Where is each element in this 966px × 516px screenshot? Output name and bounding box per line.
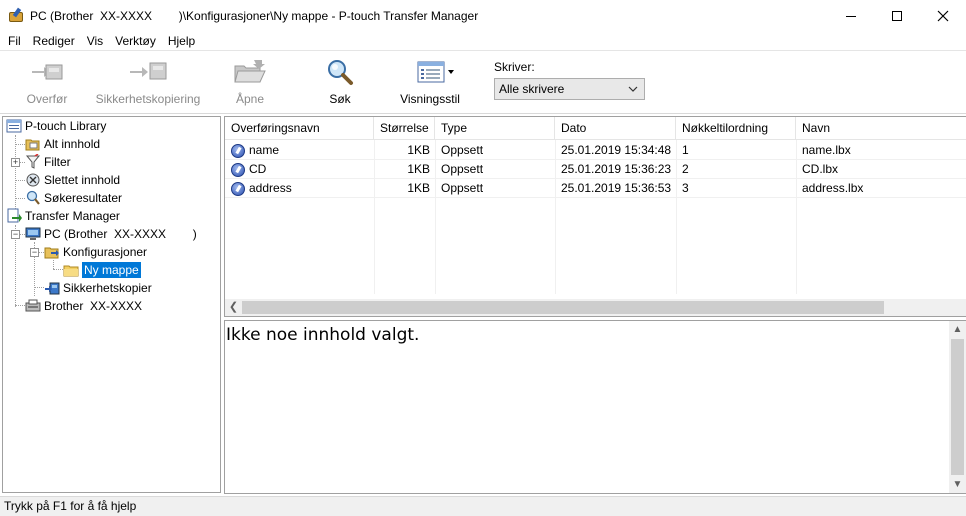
column-header-name[interactable]: Navn xyxy=(796,117,966,140)
horizontal-scroll-thumb[interactable] xyxy=(242,301,884,314)
maximize-button[interactable] xyxy=(874,0,920,32)
transfer-manager-icon xyxy=(6,208,22,224)
folder-icon xyxy=(63,262,79,278)
printer-filter: Skriver: Alle skrivere xyxy=(494,60,645,100)
all-content-icon xyxy=(25,136,41,152)
menu-help[interactable]: Hjelp xyxy=(162,32,201,51)
scroll-up-icon[interactable]: ▲ xyxy=(949,321,966,338)
menu-tools[interactable]: Verktøy xyxy=(109,32,162,51)
column-header-date[interactable]: Dato xyxy=(555,117,676,140)
search-results-icon xyxy=(25,190,41,206)
column-header-key-assignment[interactable]: Nøkkeltilordning xyxy=(676,117,796,140)
tree-item-backups[interactable]: Sikkerhetskopier xyxy=(44,279,152,297)
printer-select-value: Alle skrivere xyxy=(499,82,565,96)
vertical-scroll-thumb[interactable] xyxy=(951,339,964,475)
tree-item-filter[interactable]: Filter xyxy=(25,153,71,171)
title-bar: PC (Brother XX-XXXX )\Konfigurasjoner\Ny… xyxy=(0,0,966,32)
status-text: Trykk på F1 for å få hjelp xyxy=(4,499,137,513)
transfer-list: Overføringsnavn Størrelse Type Dato Nøkk… xyxy=(224,116,966,317)
minimize-button[interactable] xyxy=(828,0,874,32)
column-header-type[interactable]: Type xyxy=(435,117,555,140)
tree-expander-configurations[interactable]: − xyxy=(30,248,39,257)
layout-file-icon xyxy=(231,162,245,177)
transfer-icon xyxy=(30,58,64,86)
open-button[interactable]: Åpne xyxy=(230,58,270,112)
tree-item-all-content[interactable]: Alt innhold xyxy=(25,135,100,153)
tree-item-deleted[interactable]: Slettet innhold xyxy=(25,171,120,189)
menu-view[interactable]: Vis xyxy=(81,32,109,51)
app-icon xyxy=(8,7,24,24)
menu-file[interactable]: Fil xyxy=(2,32,27,51)
preview-message: Ikke noe innhold valgt. xyxy=(226,325,420,345)
menu-edit[interactable]: Rediger xyxy=(27,32,81,51)
tree-item-new-folder[interactable]: Ny mappe xyxy=(63,261,141,279)
column-header-transfer-name[interactable]: Overføringsnavn xyxy=(225,117,374,140)
configurations-icon xyxy=(44,244,60,260)
close-icon xyxy=(937,10,949,22)
toolbar: Overfør Sikkerhetskopiering Åpne Søk Vis… xyxy=(0,52,966,114)
list-header: Overføringsnavn Størrelse Type Dato Nøkk… xyxy=(225,117,966,140)
filter-icon xyxy=(25,153,41,170)
printer-icon xyxy=(25,298,41,314)
view-style-button[interactable]: Visningsstil xyxy=(398,58,462,112)
window-title: PC (Brother XX-XXXX )\Konfigurasjoner\Ny… xyxy=(30,9,479,23)
scroll-down-icon[interactable]: ▼ xyxy=(949,476,966,493)
preview-pane: Ikke noe innhold valgt. ▲ ▼ xyxy=(224,320,966,494)
table-row[interactable]: name 1KB Oppsett 25.01.2019 15:34:48 1 n… xyxy=(225,141,966,160)
pc-icon xyxy=(25,226,41,242)
maximize-icon xyxy=(892,11,902,21)
tree-item-search-results[interactable]: Søkeresultater xyxy=(25,189,122,207)
column-header-size[interactable]: Størrelse xyxy=(374,117,435,140)
tree-expander-filter[interactable]: + xyxy=(11,158,20,167)
layout-file-icon xyxy=(231,181,245,196)
open-folder-icon xyxy=(232,58,268,86)
transfer-button[interactable]: Overfør xyxy=(24,58,70,112)
printer-label: Skriver: xyxy=(494,60,535,74)
backup-icon xyxy=(128,58,168,86)
horizontal-scrollbar[interactable]: ❮ xyxy=(225,299,966,316)
layout-file-icon xyxy=(231,143,245,158)
library-icon xyxy=(6,118,22,134)
tree-item-configurations[interactable]: Konfigurasjoner xyxy=(44,243,147,261)
table-row[interactable]: CD 1KB Oppsett 25.01.2019 15:36:23 2 CD.… xyxy=(225,160,966,179)
tree-item-ptouch-library[interactable]: P-touch Library xyxy=(6,117,106,135)
minimize-icon xyxy=(846,15,856,17)
tree-item-pc[interactable]: PC (Brother XX-XXXX ) xyxy=(25,225,197,243)
scroll-left-icon[interactable]: ❮ xyxy=(225,299,242,316)
status-bar: Trykk på F1 for å få hjelp xyxy=(0,496,966,516)
deleted-icon xyxy=(25,172,41,188)
backups-icon xyxy=(44,280,60,296)
close-button[interactable] xyxy=(920,0,966,32)
backup-button[interactable]: Sikkerhetskopiering xyxy=(95,58,201,112)
table-row[interactable]: address 1KB Oppsett 25.01.2019 15:36:53 … xyxy=(225,179,966,198)
tree-item-printer[interactable]: Brother XX-XXXX xyxy=(25,297,142,315)
menu-bar: Fil Rediger Vis Verktøy Hjelp xyxy=(0,32,966,51)
search-button[interactable]: Søk xyxy=(322,58,358,112)
tree-item-transfer-manager[interactable]: Transfer Manager xyxy=(6,207,120,225)
folder-tree: P-touch Library Alt innhold + Filter Sle… xyxy=(2,116,221,493)
chevron-down-icon xyxy=(628,86,638,92)
vertical-scrollbar[interactable]: ▲ ▼ xyxy=(949,321,966,493)
search-icon xyxy=(325,58,355,86)
view-style-icon xyxy=(406,58,454,86)
tree-expander-pc[interactable]: − xyxy=(11,230,20,239)
printer-select[interactable]: Alle skrivere xyxy=(494,78,645,100)
